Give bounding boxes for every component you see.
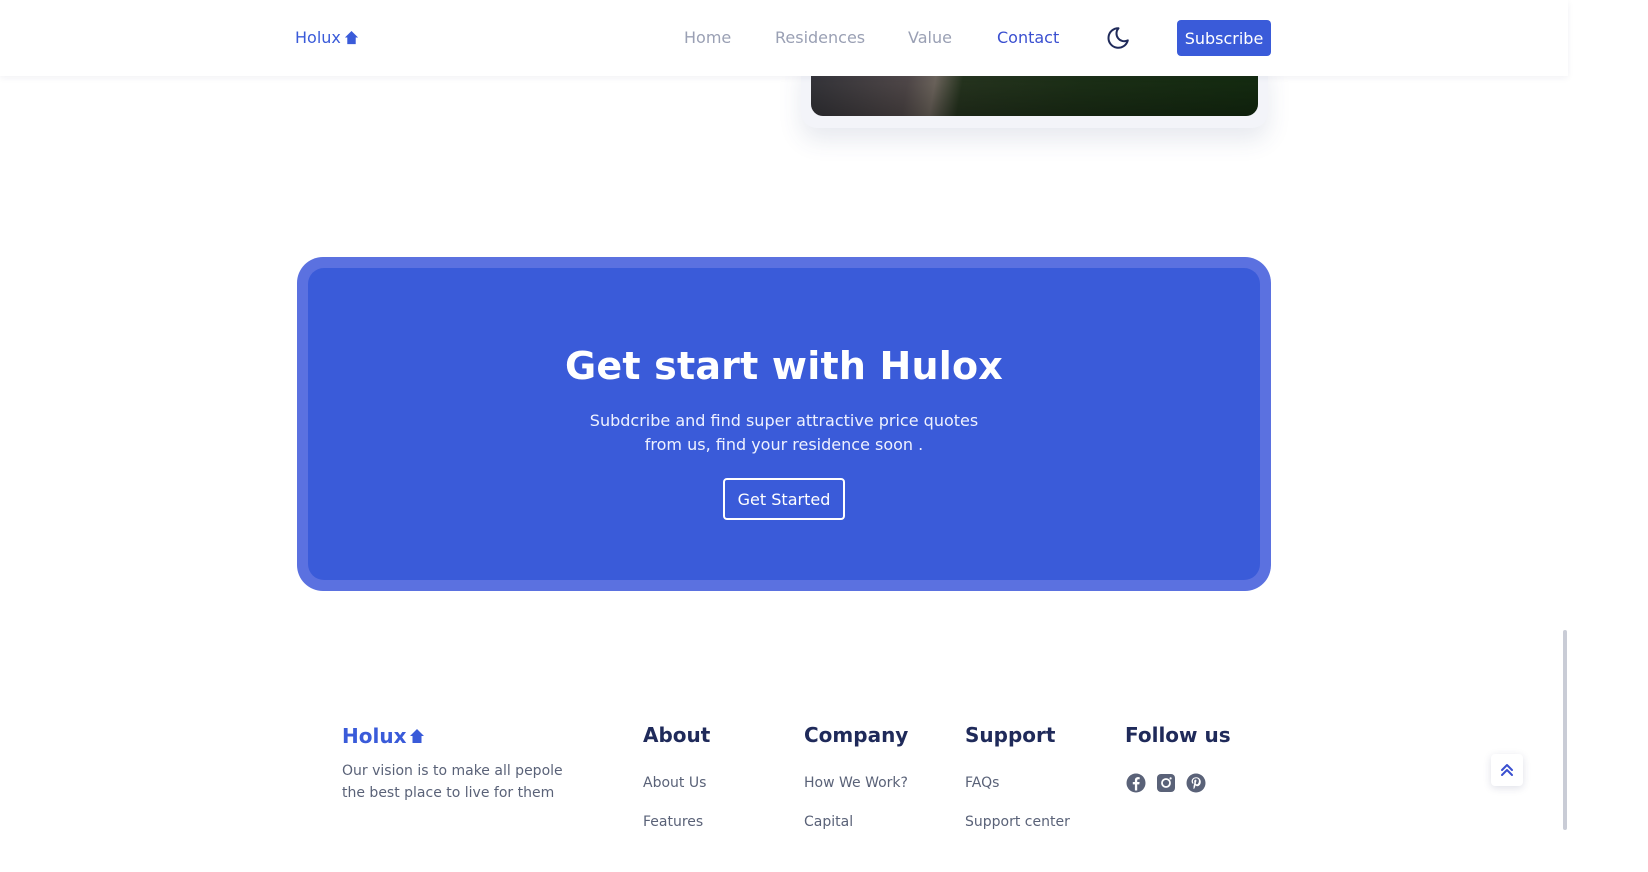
footer-link-capital[interactable]: Capital (804, 814, 853, 830)
footer-link-how-we-work[interactable]: How We Work? (804, 775, 908, 791)
double-chevron-up-icon (1501, 764, 1513, 776)
logo-text: Holux (295, 28, 341, 47)
facebook-icon[interactable] (1125, 772, 1147, 794)
footer-logo[interactable]: Holux (342, 724, 425, 748)
nav-home[interactable]: Home (684, 28, 731, 47)
scroll-to-top-button[interactable] (1491, 754, 1523, 786)
footer-company-title: Company (804, 723, 909, 747)
cta-description: Subdcribe and find super attractive pric… (589, 411, 979, 454)
footer-follow-title: Follow us (1125, 723, 1231, 747)
get-started-section: Get start with Hulox Subdcribe and find … (297, 257, 1271, 591)
get-started-button[interactable]: Get Started (723, 478, 845, 520)
get-started-panel: Get start with Hulox Subdcribe and find … (308, 268, 1260, 580)
house-icon (410, 729, 425, 743)
footer-about-title: About (643, 723, 711, 747)
subscribe-button[interactable]: Subscribe (1177, 20, 1271, 56)
moon-icon[interactable] (1105, 25, 1131, 51)
footer-link-about-us[interactable]: About Us (643, 775, 706, 791)
nav-residences[interactable]: Residences (775, 28, 865, 47)
footer-description: Our vision is to make all pepole the bes… (342, 763, 563, 801)
site-header: Holux Home Residences Value Contact Subs… (0, 0, 1568, 76)
nav-contact[interactable]: Contact (997, 28, 1059, 47)
nav-value[interactable]: Value (908, 28, 952, 47)
footer-link-features[interactable]: Features (643, 814, 703, 830)
cta-title: Get start with Hulox (565, 344, 1003, 388)
instagram-icon[interactable] (1155, 772, 1177, 794)
house-icon (344, 30, 358, 45)
footer-link-support-center[interactable]: Support center (965, 814, 1070, 830)
footer-logo-text: Holux (342, 724, 407, 748)
header-logo[interactable]: Holux (295, 28, 359, 47)
scrollbar-thumb[interactable] (1563, 630, 1567, 830)
footer-support-title: Support (965, 723, 1056, 747)
pinterest-icon[interactable] (1185, 772, 1207, 794)
footer-link-faqs[interactable]: FAQs (965, 775, 999, 791)
